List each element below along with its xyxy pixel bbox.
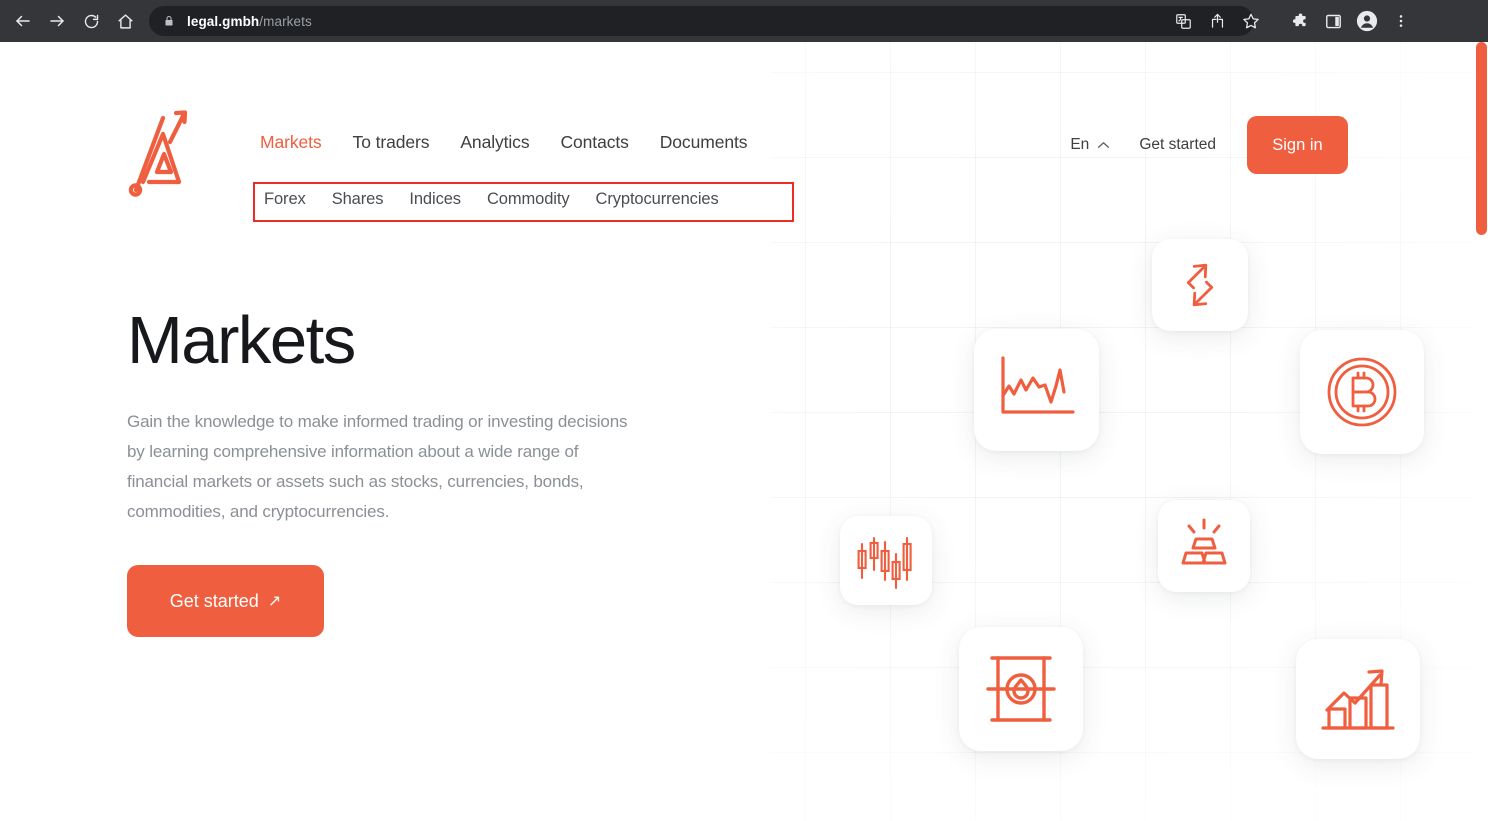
- profile-button[interactable]: [1352, 6, 1382, 36]
- three-dot-menu-icon: [1399, 15, 1403, 27]
- brand-logo[interactable]: [127, 108, 191, 198]
- translate-icon: [1175, 13, 1191, 29]
- forward-arrow-icon: [50, 15, 64, 27]
- exchange-arrows-icon: [1186, 263, 1214, 307]
- share-button[interactable]: [1202, 6, 1232, 36]
- illustration-card-oil-barrel: [959, 627, 1083, 751]
- url-text: legal.gmbh/markets: [187, 14, 312, 29]
- back-button[interactable]: [6, 4, 40, 38]
- cta-label: Get started: [169, 590, 259, 611]
- forward-button[interactable]: [40, 4, 74, 38]
- main-nav: Markets To traders Analytics Contacts Do…: [260, 132, 747, 153]
- side-panel-button[interactable]: [1318, 6, 1348, 36]
- lock-icon: [163, 14, 175, 28]
- oil-barrel-icon: [986, 656, 1056, 722]
- home-icon: [117, 13, 133, 29]
- annotation-highlight-box: [253, 182, 794, 222]
- home-button[interactable]: [108, 4, 142, 38]
- illustration-card-growth-chart: [1296, 639, 1420, 759]
- browser-menu-button[interactable]: [1386, 6, 1416, 36]
- arrow-up-right-icon: ↗: [267, 593, 282, 610]
- chevron-up-icon: [1098, 142, 1110, 148]
- sign-in-button[interactable]: Sign in: [1247, 116, 1348, 174]
- address-bar[interactable]: legal.gmbh/markets: [149, 6, 1254, 36]
- hero-description: Gain the knowledge to make informed trad…: [127, 412, 628, 521]
- bookmark-button[interactable]: [1236, 6, 1266, 36]
- reload-button[interactable]: [74, 4, 108, 38]
- bookmark-star-icon: [1243, 13, 1259, 29]
- nav-item-analytics[interactable]: Analytics: [460, 132, 529, 153]
- nav-item-documents[interactable]: Documents: [660, 132, 748, 153]
- extensions-puzzle-icon: [1292, 13, 1306, 27]
- logo-icon: [128, 110, 188, 197]
- page-title: Markets: [127, 303, 356, 378]
- illustration-card-line-chart: [974, 329, 1099, 451]
- hero-get-started-button[interactable]: Get started ↗: [127, 565, 324, 637]
- language-switcher[interactable]: En: [1070, 136, 1110, 154]
- side-panel-icon: [1325, 14, 1341, 28]
- nav-item-contacts[interactable]: Contacts: [561, 132, 629, 153]
- candlestick-chart-icon: [857, 536, 912, 589]
- omnibox-actions: [1164, 6, 1266, 36]
- header-get-started-link[interactable]: Get started: [1139, 136, 1216, 154]
- site-header: Markets To traders Analytics Contacts Do…: [0, 42, 1474, 232]
- line-chart-icon: [1000, 356, 1075, 414]
- scrollbar-thumb[interactable]: [1476, 42, 1487, 235]
- bitcoin-coin-icon: [1327, 357, 1397, 427]
- url-host: legal.gmbh: [187, 13, 260, 29]
- hero-section: Markets Gain the knowledge to make infor…: [127, 307, 687, 637]
- language-label: En: [1070, 136, 1090, 153]
- scrollbar-track[interactable]: [1474, 42, 1488, 821]
- back-arrow-icon: [16, 15, 30, 27]
- browser-toolbar-right: [1280, 6, 1416, 36]
- browser-nav-buttons: [0, 4, 142, 38]
- profile-avatar-icon: [1356, 10, 1378, 32]
- nav-item-to-traders[interactable]: To traders: [353, 132, 430, 153]
- reload-icon: [84, 14, 98, 28]
- share-icon: [1211, 13, 1223, 28]
- web-page: Markets To traders Analytics Contacts Do…: [0, 42, 1474, 821]
- growth-bar-chart-icon: [1321, 669, 1395, 730]
- translate-button[interactable]: [1168, 6, 1198, 36]
- illustration-card-bitcoin: [1300, 330, 1424, 454]
- header-actions: En Get started Sign in: [1070, 116, 1348, 174]
- extensions-button[interactable]: [1284, 6, 1314, 36]
- url-path: /markets: [259, 13, 312, 29]
- browser-chrome: legal.gmbh/markets: [0, 0, 1488, 42]
- nav-item-markets[interactable]: Markets: [260, 132, 322, 153]
- illustration-card-exchange: [1152, 239, 1248, 331]
- illustration-card-gold-bars: [1158, 500, 1250, 592]
- illustration-card-candlesticks: [840, 516, 932, 605]
- gold-bars-icon: [1181, 518, 1227, 565]
